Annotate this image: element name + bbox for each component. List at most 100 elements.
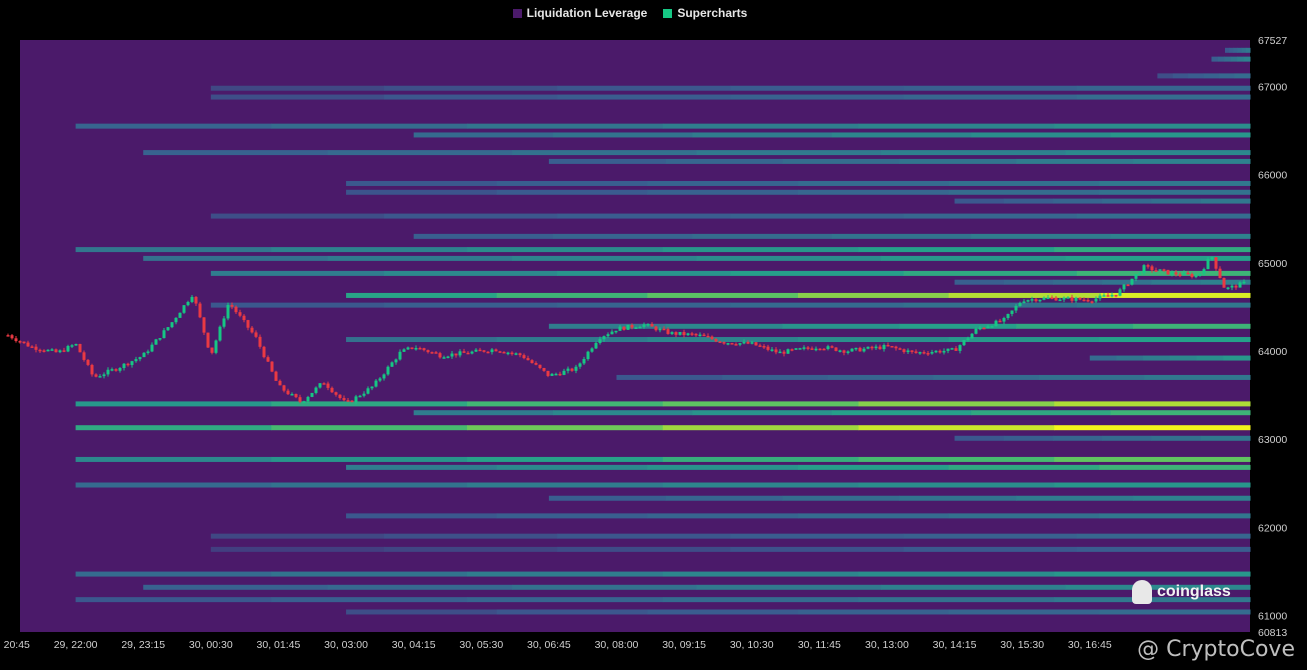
candle-body — [154, 339, 158, 345]
liquidation-band — [971, 132, 1112, 138]
liquidation-band — [858, 456, 1055, 462]
candle-body — [402, 349, 406, 352]
candle-body — [86, 359, 90, 365]
candle-body — [146, 351, 150, 353]
candle-body — [454, 353, 458, 356]
candle-body — [410, 347, 414, 349]
liquidation-band — [413, 233, 554, 239]
candle-body — [462, 351, 466, 353]
liquidation-band — [384, 533, 558, 539]
candle-body — [974, 328, 978, 334]
candle-body — [474, 349, 478, 352]
candle-body — [130, 361, 134, 366]
candle-body — [558, 373, 562, 376]
liquidation-band — [1099, 180, 1251, 186]
candle-body — [1090, 301, 1094, 303]
liquidation-band — [662, 482, 860, 488]
x-tick-label: 30, 10:30 — [730, 639, 774, 651]
liquidation-band — [730, 213, 905, 219]
liquidation-band — [782, 158, 900, 164]
liquidation-band — [496, 464, 648, 470]
candle-body — [338, 394, 342, 399]
candle-body — [286, 390, 290, 395]
liquidation-band — [557, 302, 731, 308]
candle-body — [350, 400, 354, 403]
liquidation-band — [903, 213, 1078, 219]
candle-body — [306, 396, 310, 402]
candle-body — [290, 394, 294, 396]
liquidation-band — [384, 270, 558, 276]
liquidation-band — [1016, 323, 1134, 329]
candle-body — [34, 346, 38, 350]
candle-body — [1058, 299, 1062, 302]
candle-body — [1194, 275, 1198, 278]
candle-body — [46, 349, 50, 352]
liquidation-band — [1065, 255, 1251, 261]
liquidation-band — [346, 464, 498, 470]
liquidation-band — [1224, 56, 1232, 62]
liquidation-band — [798, 180, 950, 186]
candle-body — [114, 369, 118, 371]
candle-body — [850, 348, 854, 352]
candle-body — [134, 359, 138, 362]
candle-body — [886, 345, 890, 347]
liquidation-band — [1003, 435, 1054, 441]
candle-body — [654, 326, 658, 331]
liquidation-band — [948, 513, 1100, 519]
candle-body — [438, 353, 442, 358]
liquidation-heatmap-chart[interactable]: 67527 67000 66000 65000 64000 63000 62000 61000… — [0, 0, 1307, 670]
candle-body — [734, 344, 738, 346]
candle-body — [490, 349, 494, 353]
candle-body — [118, 368, 122, 371]
candle-body — [190, 296, 194, 302]
candle-body — [826, 346, 830, 350]
candle-body — [210, 347, 214, 353]
candle-body — [902, 349, 906, 353]
liquidation-band — [858, 247, 1055, 253]
candle-body — [958, 345, 962, 351]
candle-body — [922, 352, 926, 354]
candle-body — [1186, 272, 1190, 275]
liquidation-band — [1016, 495, 1134, 501]
liquidation-band — [271, 425, 468, 431]
liquidation-band — [75, 247, 272, 253]
liquidation-band — [662, 425, 860, 431]
x-tick-label: 30, 04:15 — [392, 639, 436, 651]
candle-body — [294, 394, 298, 398]
candle-body — [986, 326, 990, 328]
candle-body — [1234, 285, 1238, 288]
candle-body — [1146, 265, 1150, 267]
candle-body — [770, 349, 774, 351]
candle-body — [782, 351, 786, 354]
candle-body — [458, 351, 462, 356]
y-tick-label: 67000 — [1258, 81, 1287, 93]
candle-body — [758, 345, 762, 347]
candle-body — [470, 351, 474, 354]
liquidation-band — [557, 85, 731, 91]
candle-body — [230, 305, 234, 307]
liquidation-band — [971, 233, 1112, 239]
candle-body — [994, 320, 998, 327]
candle-body — [642, 324, 646, 327]
candle-body — [674, 332, 678, 335]
candle-body — [638, 326, 642, 329]
candle-body — [842, 350, 846, 353]
liquidation-band — [662, 571, 860, 577]
candle-body — [518, 353, 522, 356]
candle-body — [762, 346, 766, 348]
candle-body — [730, 343, 734, 345]
candle-body — [890, 346, 894, 348]
candle-body — [38, 349, 42, 352]
candle-body — [946, 348, 950, 351]
candle-body — [1106, 295, 1110, 297]
liquidation-band — [1230, 56, 1238, 62]
x-tick-label: 30, 15:30 — [1000, 639, 1044, 651]
candle-body — [798, 348, 802, 350]
liquidation-band — [662, 123, 860, 129]
liquidation-band — [1038, 374, 1145, 380]
candle-body — [1010, 310, 1014, 314]
liquidation-band — [730, 270, 905, 276]
liquidation-band — [858, 597, 1055, 603]
liquidation-band — [1053, 198, 1103, 204]
candle-body — [1198, 273, 1202, 276]
